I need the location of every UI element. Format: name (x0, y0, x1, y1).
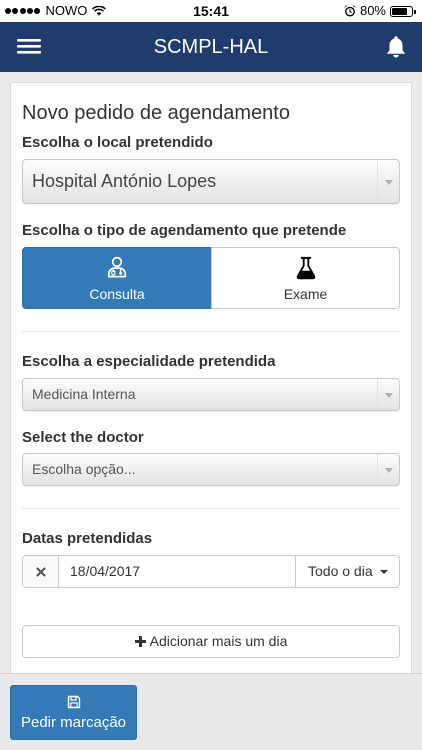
clock-time: 15:41 (193, 3, 229, 19)
toggle-exame-label: Exame (283, 286, 328, 302)
period-dropdown-label: Todo o dia (308, 563, 373, 579)
page-title: SCMPL-HAL (153, 36, 269, 58)
close-icon (36, 567, 46, 577)
location-select-value: Hospital António Lopes (32, 171, 217, 191)
carrier-name: NOWO (45, 3, 88, 18)
battery-level (392, 7, 408, 15)
doctor-icon (106, 256, 128, 278)
save-icon (67, 695, 81, 709)
submit-appointment-button[interactable]: Pedir marcação (10, 685, 137, 740)
date-row: 18/04/2017 Todo o dia (22, 555, 400, 588)
submit-appointment-label: Pedir marcação (20, 714, 127, 731)
add-day-label: Adicionar mais um dia (149, 633, 288, 649)
signal-strength-icon (5, 8, 41, 14)
battery-terminal (414, 9, 416, 14)
period-dropdown[interactable]: Todo o dia (295, 555, 400, 588)
bell-icon (386, 36, 406, 58)
date-input-value: 18/04/2017 (70, 563, 141, 579)
chevron-down-icon (384, 179, 393, 185)
chevron-down-icon (384, 392, 393, 398)
appointment-type-label: Escolha o tipo de agendamento que preten… (22, 222, 347, 239)
specialty-select-arrow (377, 379, 399, 410)
chevron-down-icon (384, 467, 393, 473)
system-indicators: 80% (344, 0, 416, 22)
caret-down-icon (380, 570, 388, 574)
doctor-select[interactable]: Escolha opção... (22, 453, 400, 486)
toggle-consulta[interactable]: Consulta (22, 247, 212, 309)
appointment-type-toggle: Consulta Exame (22, 247, 400, 309)
footer-bar: Pedir marcação (0, 673, 422, 750)
appointment-form-card: Novo pedido de agendamento Escolha o loc… (10, 82, 412, 682)
alarm-icon (344, 5, 356, 17)
doctor-label: Select the doctor (22, 429, 144, 446)
section-divider (22, 508, 400, 509)
app-screen: NOWO 15:41 80% SCMPL-HAL Novo pedido de … (0, 0, 422, 750)
specialty-select-value: Medicina Interna (32, 386, 136, 402)
remove-date-button[interactable] (22, 555, 59, 588)
battery-percent: 80% (359, 3, 386, 18)
flask-icon (295, 256, 317, 280)
date-input[interactable]: 18/04/2017 (58, 555, 296, 588)
dates-label: Datas pretendidas (22, 530, 153, 547)
doctor-select-placeholder: Escolha opção... (32, 461, 136, 477)
toggle-consulta-label: Consulta (89, 286, 145, 302)
specialty-label: Escolha a especialidade pretendida (22, 353, 276, 370)
specialty-select[interactable]: Medicina Interna (22, 378, 400, 411)
menu-icon (17, 39, 41, 54)
form-title: Novo pedido de agendamento (22, 102, 290, 124)
location-select-arrow (377, 160, 399, 203)
location-select[interactable]: Hospital António Lopes (22, 159, 400, 204)
section-divider (22, 331, 400, 332)
wifi-icon (92, 6, 107, 16)
menu-button[interactable] (17, 38, 42, 55)
doctor-select-arrow (377, 454, 399, 485)
battery-icon (390, 5, 416, 17)
toggle-exame[interactable]: Exame (211, 247, 400, 309)
add-day-button[interactable]: Adicionar mais um dia (22, 625, 400, 658)
location-label: Escolha o local pretendido (22, 134, 213, 151)
plus-icon (134, 636, 146, 647)
status-bar: NOWO 15:41 80% (0, 0, 422, 22)
app-header: SCMPL-HAL (0, 22, 422, 72)
notifications-button[interactable] (385, 35, 407, 59)
carrier-group: NOWO (5, 0, 107, 22)
